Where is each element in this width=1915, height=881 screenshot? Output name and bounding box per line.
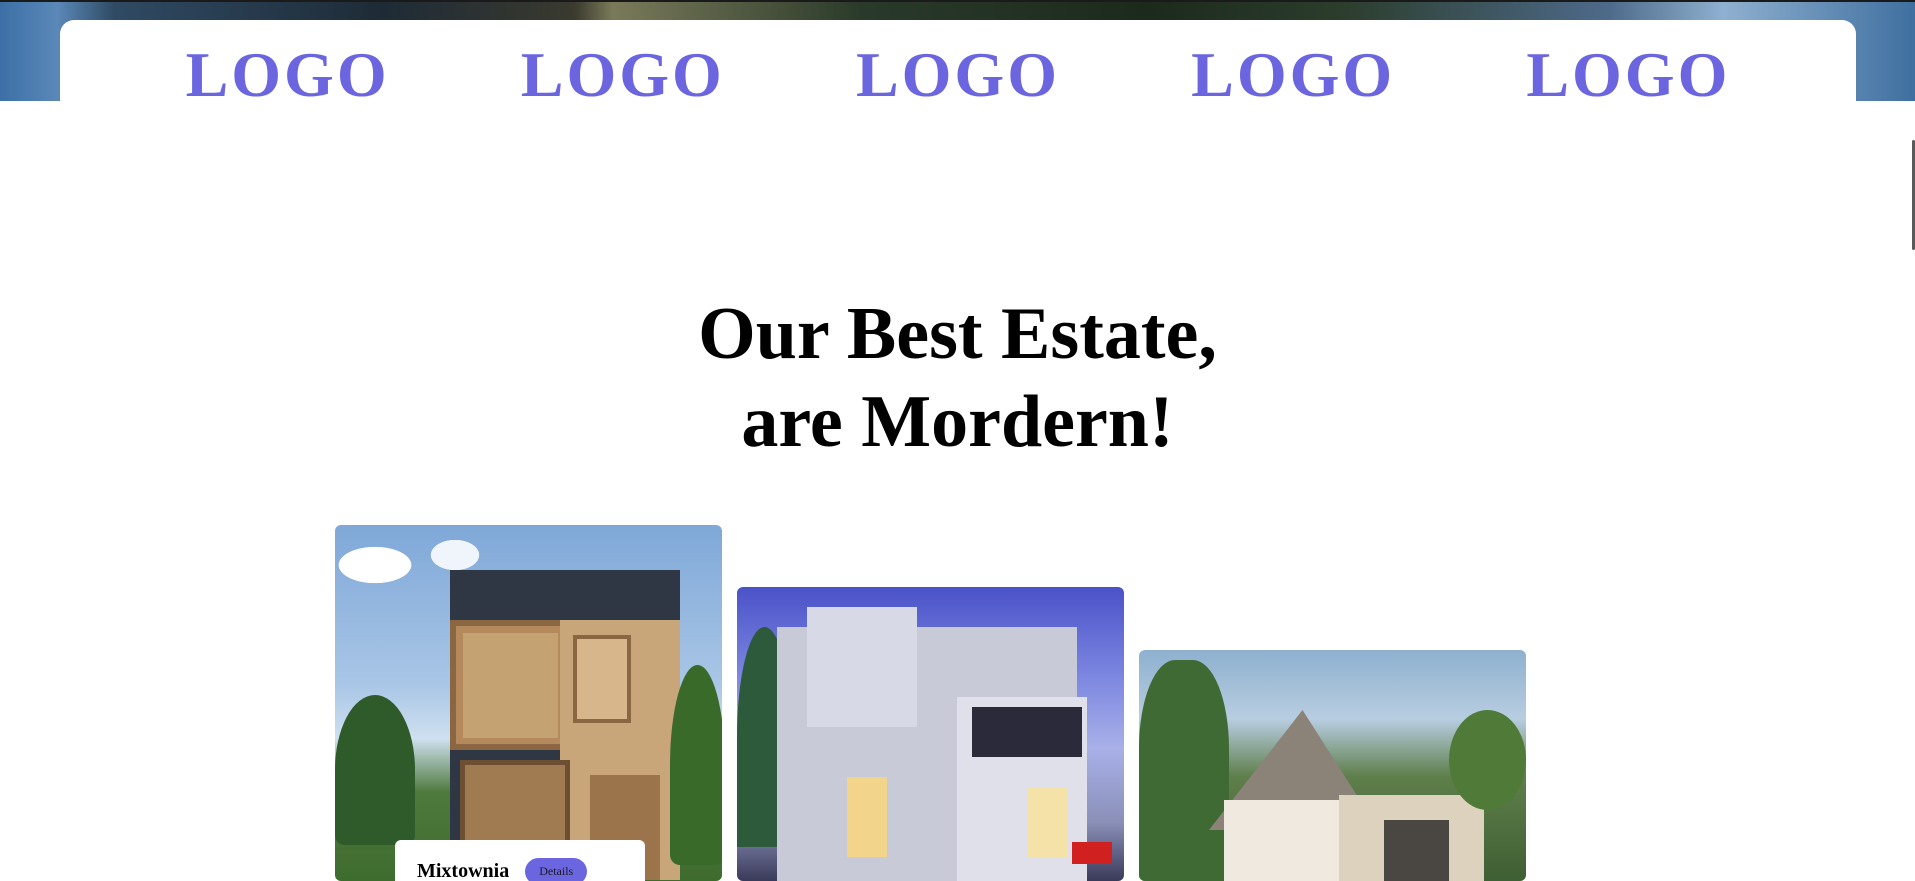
house-window (972, 707, 1082, 757)
tree-graphic (670, 665, 722, 865)
garage-door (1384, 820, 1449, 881)
estate-title: Mixtownia (417, 860, 510, 881)
details-button[interactable]: Details (525, 858, 588, 881)
partner-logo-5[interactable]: LOGO (1526, 38, 1730, 112)
estate-info-box: Mixtownia Details (395, 840, 645, 881)
house-light (1027, 787, 1067, 857)
logo-bar: LOGO LOGO LOGO LOGO LOGO (60, 20, 1856, 160)
heading-line-2: are Mordern! (741, 381, 1174, 463)
section-heading: Our Best Estate, are Mordern! (0, 290, 1915, 466)
partner-logo-1[interactable]: LOGO (186, 38, 390, 112)
estate-card-2[interactable] (737, 587, 1124, 881)
estate-card-1[interactable]: Mixtownia Details (335, 525, 722, 881)
tree-graphic (1139, 660, 1229, 881)
partner-logo-2[interactable]: LOGO (521, 38, 725, 112)
house-window (573, 635, 631, 723)
house-light (847, 777, 887, 857)
tree-graphic (335, 695, 415, 845)
house-block (807, 607, 917, 727)
house-window (463, 633, 558, 738)
red-chair-graphic (1072, 842, 1112, 864)
partner-logo-4[interactable]: LOGO (1191, 38, 1395, 112)
heading-line-1: Our Best Estate, (698, 293, 1217, 375)
tree-graphic (1449, 710, 1526, 810)
hero-edge (0, 0, 1915, 2)
estate-card-3[interactable] (1139, 650, 1526, 881)
partner-logo-3[interactable]: LOGO (856, 38, 1060, 112)
